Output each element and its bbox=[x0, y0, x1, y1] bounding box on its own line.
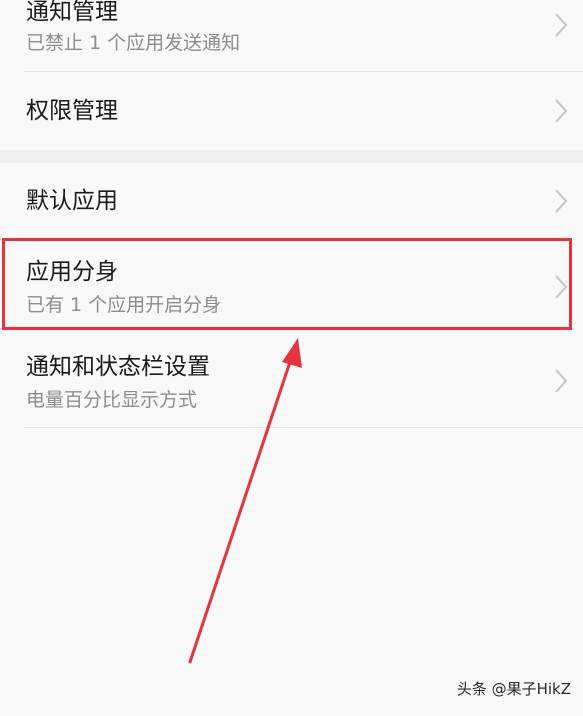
settings-item-subtitle: 已禁止 1 个应用发送通知 bbox=[26, 32, 241, 54]
settings-item-title: 默认应用 bbox=[26, 188, 118, 214]
settings-item-permission-management[interactable]: 权限管理 bbox=[0, 72, 583, 150]
chevron-right-icon bbox=[555, 275, 568, 299]
settings-item-app-twin[interactable]: 应用分身 已有 1 个应用开启分身 bbox=[0, 239, 583, 332]
settings-item-subtitle: 已有 1 个应用开启分身 bbox=[26, 294, 222, 316]
chevron-right-icon bbox=[555, 189, 568, 213]
settings-group-top: 通知管理 已禁止 1 个应用发送通知 权限管理 bbox=[0, 0, 583, 150]
settings-item-subtitle: 电量百分比显示方式 bbox=[26, 389, 198, 411]
chevron-right-icon bbox=[555, 99, 568, 123]
watermark: 头条 @果子HikZ bbox=[456, 680, 571, 698]
chevron-right-icon bbox=[555, 13, 568, 37]
settings-group-bottom: 默认应用 应用分身 已有 1 个应用开启分身 通知和状态栏设置 电量百分比显示方… bbox=[0, 163, 583, 716]
settings-item-default-apps[interactable]: 默认应用 bbox=[0, 163, 583, 239]
settings-item-notification-statusbar[interactable]: 通知和状态栏设置 电量百分比显示方式 bbox=[0, 332, 583, 427]
settings-item-title: 应用分身 bbox=[26, 259, 118, 285]
settings-item-title: 通知管理 bbox=[26, 0, 118, 25]
divider bbox=[24, 427, 583, 428]
settings-item-title: 通知和状态栏设置 bbox=[26, 354, 210, 380]
section-gap bbox=[0, 150, 583, 163]
chevron-right-icon bbox=[555, 369, 568, 393]
settings-item-notification-management[interactable]: 通知管理 已禁止 1 个应用发送通知 bbox=[0, 0, 583, 72]
settings-item-title: 权限管理 bbox=[26, 98, 118, 124]
